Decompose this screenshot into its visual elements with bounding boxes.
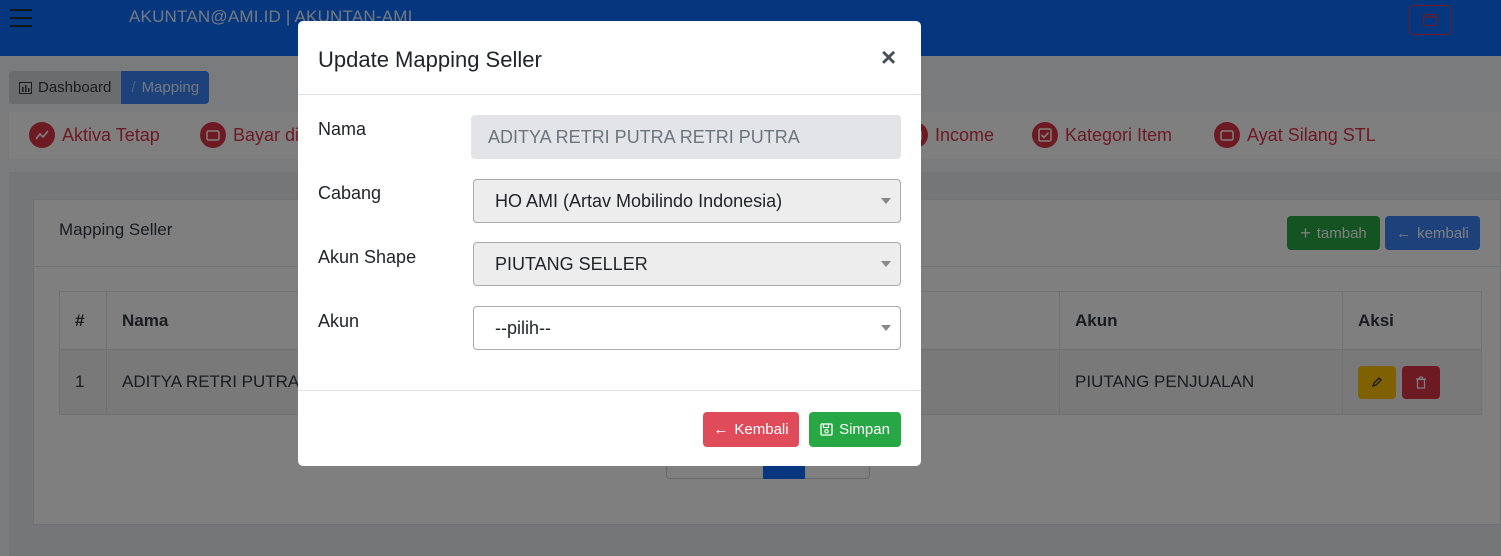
close-icon[interactable]: × [881, 43, 896, 71]
modal-title: Update Mapping Seller [318, 47, 542, 72]
akun-shape-value: PIUTANG SELLER [495, 253, 648, 274]
simpan-label: Simpan [839, 421, 890, 438]
kembali-button[interactable]: ← Kembali [703, 412, 799, 447]
akun-select[interactable]: --pilih-- [473, 306, 901, 350]
cabang-value: HO AMI (Artav Mobilindo Indonesia) [495, 190, 783, 211]
simpan-button[interactable]: Simpan [809, 412, 901, 447]
akun-label: Akun [318, 311, 360, 331]
cabang-select[interactable]: HO AMI (Artav Mobilindo Indonesia) [473, 179, 901, 223]
akun-value: --pilih-- [495, 317, 551, 338]
akun-shape-select[interactable]: PIUTANG SELLER [473, 242, 901, 286]
chevron-down-icon [881, 261, 891, 267]
save-icon [820, 423, 833, 436]
kembali-label: Kembali [734, 421, 789, 438]
cabang-label: Cabang [318, 183, 382, 203]
akun-shape-label: Akun Shape [318, 247, 417, 267]
modal-header: Update Mapping Seller × [298, 21, 921, 95]
nama-label: Nama [318, 119, 367, 139]
nama-field: ADITYA RETRI PUTRA RETRI PUTRA [471, 115, 901, 159]
chevron-down-icon [881, 325, 891, 331]
arrow-left-icon: ← [713, 421, 729, 438]
modal-footer: ← Kembali Simpan [298, 390, 921, 466]
chevron-down-icon [881, 198, 891, 204]
update-mapping-modal: Update Mapping Seller × Nama ADITYA RETR… [298, 21, 921, 466]
